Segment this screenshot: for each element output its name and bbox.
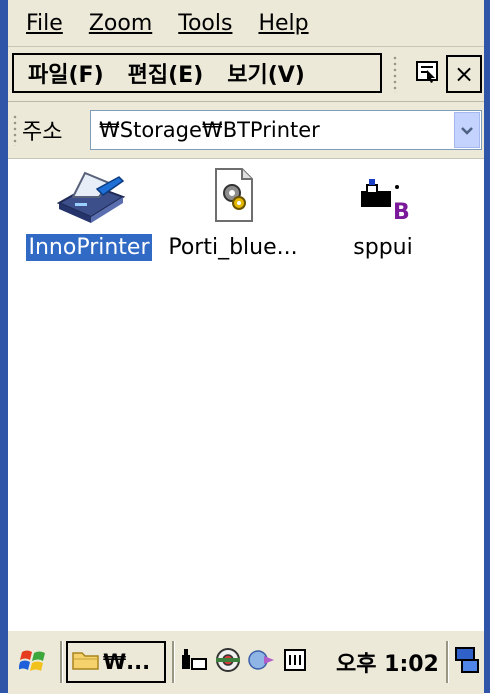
window-frame-right <box>484 0 490 693</box>
address-dropdown-button[interactable] <box>454 112 480 148</box>
address-value: ₩Storage₩BTPrinter <box>99 118 320 142</box>
clock[interactable]: 오후 1:02 <box>336 641 440 683</box>
file-list[interactable]: InnoPrinter Porti_blue... B sppui <box>8 159 484 629</box>
show-desktop-button[interactable] <box>452 641 482 683</box>
taskbar-separator <box>60 641 63 683</box>
start-button[interactable] <box>14 641 54 683</box>
command-bar: 파일(F) 편집(E) 보기(V) × <box>8 47 484 102</box>
input-panel-icon[interactable] <box>282 647 308 677</box>
menu-help[interactable]: Help <box>258 11 308 36</box>
command-menu: 파일(F) 편집(E) 보기(V) <box>12 53 382 93</box>
menu-tools[interactable]: Tools <box>178 11 232 36</box>
windows-flag-icon <box>18 646 49 678</box>
svg-text:B: B <box>393 200 410 223</box>
host-menu-bar: File Zoom Tools Help <box>8 0 484 47</box>
file-item-sppui[interactable]: B sppui <box>308 167 458 267</box>
file-name: InnoPrinter <box>14 234 164 261</box>
close-button[interactable]: × <box>446 55 482 93</box>
menu-edit-kr[interactable]: 편집(E) <box>128 57 204 89</box>
menu-file-kr[interactable]: 파일(F) <box>28 57 104 89</box>
system-tray <box>180 641 330 683</box>
taskbar-task-explorer[interactable]: ₩... <box>66 641 166 683</box>
file-item-porti-blue[interactable]: Porti_blue... <box>158 167 308 267</box>
chevron-down-icon <box>460 121 474 140</box>
address-grip[interactable] <box>12 114 18 146</box>
menu-view-kr[interactable]: 보기(V) <box>227 57 305 89</box>
toolbar-grip[interactable] <box>392 55 398 93</box>
taskbar-separator <box>446 641 449 683</box>
printer-app-icon <box>51 167 127 225</box>
taskbar-separator <box>172 641 175 683</box>
folder-icon <box>72 649 100 676</box>
sppui-app-icon: B <box>353 167 413 225</box>
file-name: Porti_blue... <box>168 235 298 260</box>
file-name: sppui <box>353 235 413 260</box>
clock-time: 오후 1:02 <box>336 652 439 677</box>
properties-button[interactable] <box>410 55 444 93</box>
address-bar: 주소 ₩Storage₩BTPrinter <box>8 102 484 159</box>
network-icon[interactable] <box>214 647 242 677</box>
address-label: 주소 <box>22 120 63 145</box>
taskbar: ₩... 오후 1:02 <box>8 630 484 694</box>
menu-file[interactable]: File <box>26 11 63 36</box>
file-name-label: InnoPrinter <box>26 234 152 261</box>
address-field[interactable]: ₩Storage₩BTPrinter <box>90 110 482 150</box>
settings-file-icon <box>208 167 258 225</box>
sync-icon[interactable] <box>180 647 208 677</box>
bluetooth-icon[interactable] <box>248 647 276 677</box>
file-item-innoprinter[interactable]: InnoPrinter <box>14 167 164 267</box>
task-label: ₩... <box>103 650 151 674</box>
menu-zoom[interactable]: Zoom <box>89 11 152 36</box>
desktop-icon <box>454 646 480 678</box>
window-frame-left <box>0 0 8 693</box>
properties-icon <box>415 60 439 88</box>
